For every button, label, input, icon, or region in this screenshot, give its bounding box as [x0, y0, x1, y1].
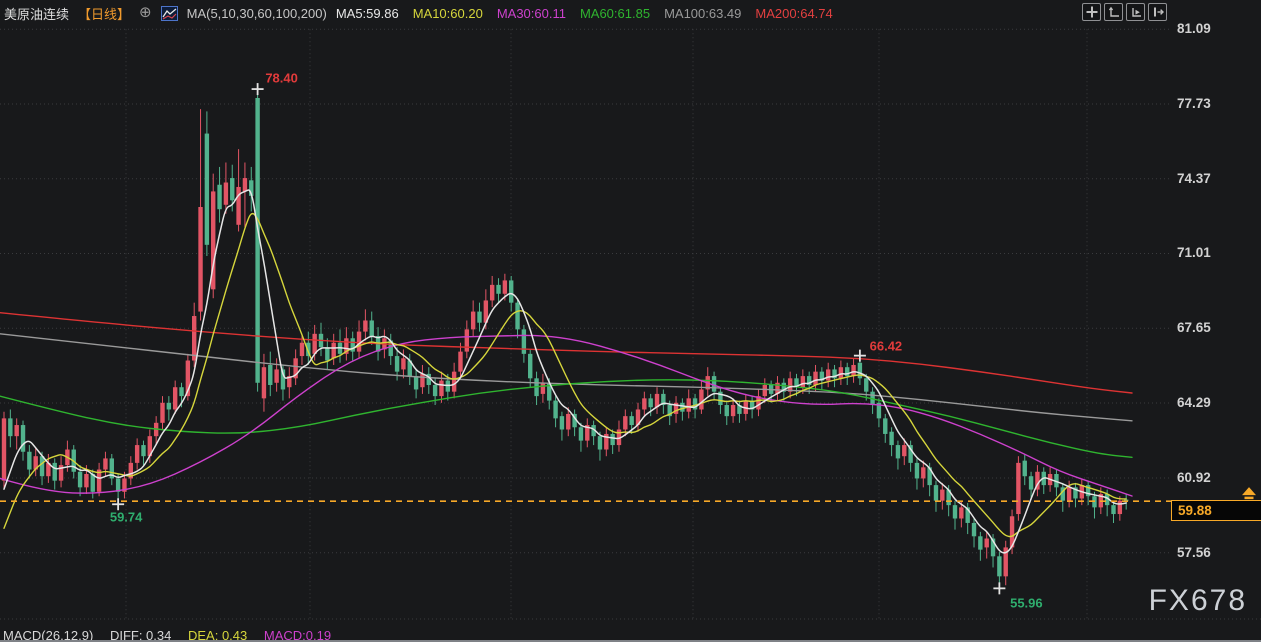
kline-chart-icon[interactable] — [161, 6, 178, 21]
add-overlay-icon[interactable]: ⊕ — [139, 6, 152, 20]
axis-scale-icon — [1108, 6, 1120, 18]
high-price-label: 78.40 — [265, 71, 298, 86]
chart-toolbar — [1082, 3, 1167, 21]
price-axis-tick: 67.65 — [1177, 320, 1251, 335]
candlestick-chart-canvas[interactable] — [0, 0, 1261, 642]
ma-settings-label[interactable]: MA(5,10,30,60,100,200) — [187, 6, 327, 21]
ma-value-4: MA60:61.85 — [580, 6, 650, 21]
fx678-watermark: FX678 — [1149, 584, 1247, 618]
symbol-name: 美原油连续 — [4, 4, 69, 23]
price-axis-tick: 71.01 — [1177, 245, 1251, 260]
ma-value-1: MA5:59.86 — [336, 6, 399, 21]
ma-values-row: MA5:59.86 MA10:60.20 MA30:60.11 MA60:61.85 M… — [336, 6, 833, 21]
ma-value-5: MA100:63.49 — [664, 6, 741, 21]
chart-header: 美原油连续 【日线】 ⊕ MA(5,10,30,60,100,200) MA5:… — [4, 3, 833, 23]
low-price-label: 59.74 — [110, 510, 143, 525]
ma-value-3: MA30:60.11 — [497, 6, 566, 21]
pan-crosshair-button[interactable] — [1082, 3, 1101, 21]
price-axis-tick: 81.09 — [1177, 21, 1251, 36]
goto-latest-button[interactable] — [1148, 3, 1167, 21]
chart-window: 美原油连续 【日线】 ⊕ MA(5,10,30,60,100,200) MA5:… — [0, 0, 1261, 642]
price-axis-tick: 77.73 — [1177, 96, 1251, 111]
axis-scale-button[interactable] — [1104, 3, 1123, 21]
pan-crosshair-icon — [1086, 6, 1098, 18]
current-price-box: 59.88 — [1171, 500, 1261, 521]
goto-latest-icon — [1152, 6, 1164, 18]
timeframe-label[interactable]: 【日线】 — [78, 4, 130, 23]
ma-value-6: MA200:64.74 — [755, 6, 832, 21]
price-axis-tick: 60.92 — [1177, 470, 1251, 485]
price-axis-tick: 74.37 — [1177, 171, 1251, 186]
playback-button[interactable] — [1126, 3, 1145, 21]
price-axis-tick: 64.29 — [1177, 395, 1251, 410]
ma-value-2: MA10:60.20 — [413, 6, 483, 21]
price-axis-tick: 57.56 — [1177, 545, 1251, 560]
playback-icon — [1130, 6, 1142, 18]
high-price-label: 66.42 — [870, 338, 903, 353]
low-price-label: 55.96 — [1010, 596, 1043, 611]
